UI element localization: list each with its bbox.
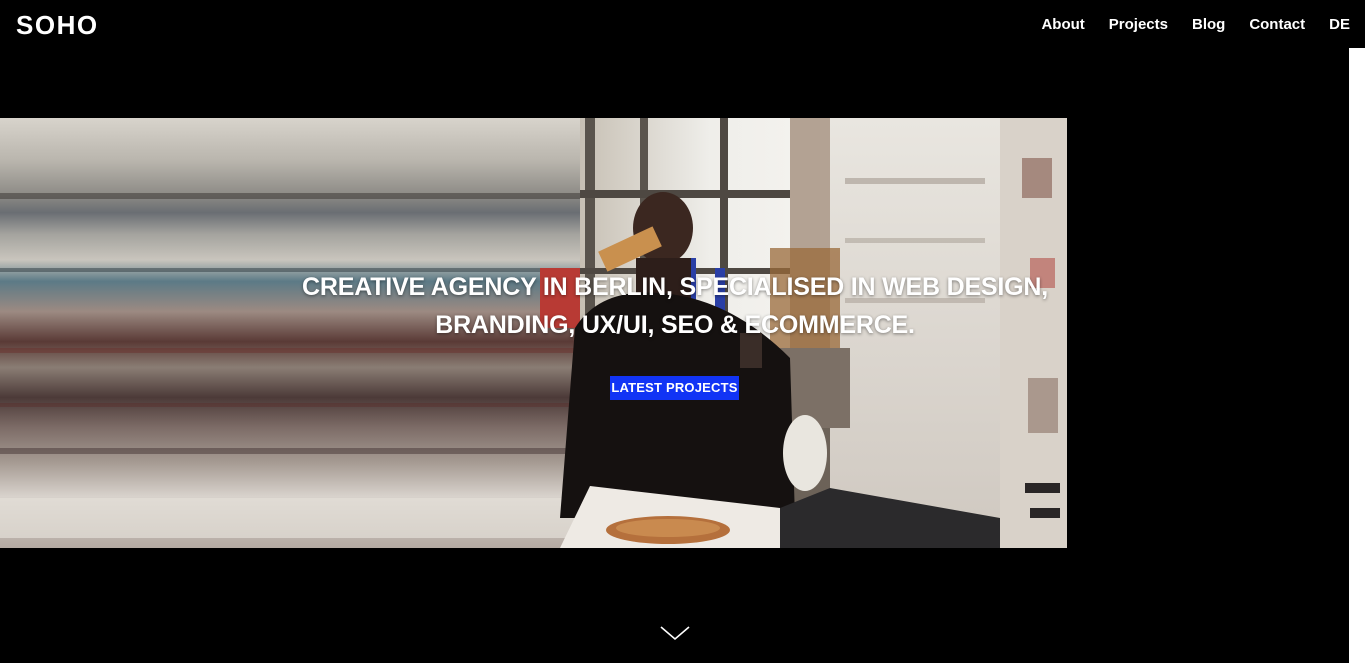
nav-item-language-de[interactable]: DE — [1329, 15, 1350, 35]
nav-item-projects[interactable]: Projects — [1109, 15, 1168, 35]
hero-video: CREATIVE AGENCY IN BERLIN, SPECIALISED I… — [0, 118, 1067, 548]
hero-headline: CREATIVE AGENCY IN BERLIN, SPECIALISED I… — [250, 268, 1067, 344]
page: SOHO About Projects Blog Contact DE CREA… — [0, 0, 1365, 663]
hero-headline-line-1: CREATIVE AGENCY IN BERLIN, SPECIALISED I… — [302, 273, 1048, 301]
scrollbar[interactable] — [1349, 48, 1365, 663]
main-nav: About Projects Blog Contact DE — [1017, 15, 1350, 35]
latest-projects-button[interactable]: LATEST PROJECTS — [610, 376, 739, 400]
nav-item-about[interactable]: About — [1041, 15, 1084, 35]
nav-item-blog[interactable]: Blog — [1192, 15, 1225, 35]
hero-headline-line-2: BRANDING, UX/UI, SEO & ECOMMERCE. — [435, 311, 915, 339]
logo[interactable]: SOHO — [16, 10, 99, 40]
nav-item-contact[interactable]: Contact — [1249, 15, 1305, 35]
site-header: SOHO About Projects Blog Contact DE — [0, 0, 1365, 50]
chevron-down-icon[interactable] — [660, 625, 690, 641]
